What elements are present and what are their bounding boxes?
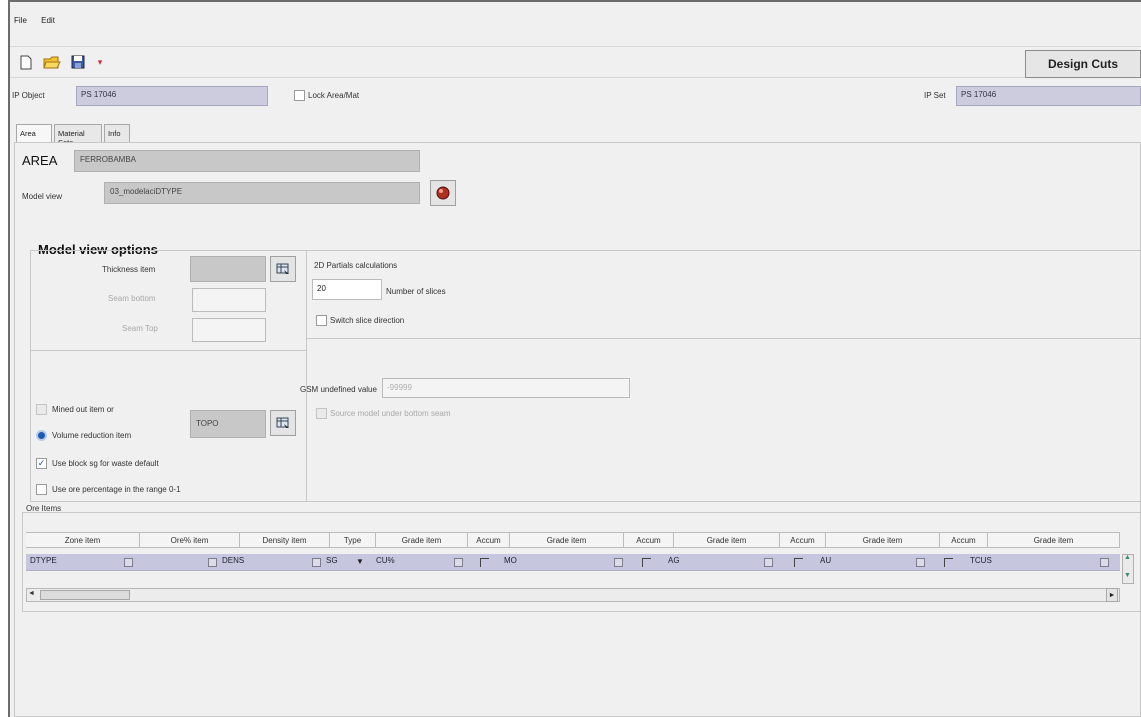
ip-object-label: IP Object (12, 91, 45, 100)
save-icon[interactable] (68, 52, 88, 72)
accum-3-checkbox[interactable] (794, 558, 803, 567)
model-view-field[interactable]: 03_modelaciDTYPE (104, 182, 420, 204)
grade-4-pick-icon[interactable] (916, 558, 925, 567)
use-ore-percentage-label: Use ore percentage in the range 0-1 (52, 485, 181, 494)
new-file-icon[interactable] (16, 52, 36, 72)
cell-density-item[interactable]: DENS (218, 556, 244, 570)
model-view-button[interactable] (430, 180, 456, 206)
cell-type[interactable]: SG (322, 556, 338, 570)
column-header-zone[interactable]: Zone item (26, 532, 140, 548)
grid-pick-icon (276, 263, 289, 274)
volume-reduction-label: Volume reduction item (52, 431, 132, 440)
cell-zone-item[interactable]: DTYPE (26, 556, 57, 570)
column-header-grade-2[interactable]: Grade item (510, 532, 624, 548)
thickness-label: Thickness item (102, 265, 156, 274)
options-left-hline (30, 350, 306, 351)
column-header-accum-4[interactable]: Accum (940, 532, 988, 548)
model-view-label: Model view (22, 192, 63, 201)
column-header-type[interactable]: Type (330, 532, 376, 548)
gsm-field[interactable]: -99999 (382, 378, 630, 398)
design-cuts-button[interactable]: Design Cuts (1025, 50, 1141, 78)
ip-set-label: IP Set (924, 91, 946, 100)
toolbar (10, 46, 1141, 78)
switch-direction-checkbox[interactable] (316, 315, 327, 326)
tab-area[interactable]: Area (16, 124, 52, 142)
horizontal-scroll-thumb[interactable] (40, 590, 130, 600)
thickness-pick-button[interactable] (270, 256, 296, 282)
density-pick-icon[interactable] (312, 558, 321, 567)
lock-area-checkbox[interactable] (294, 90, 305, 101)
use-block-sg-label: Use block sg for waste default (52, 459, 159, 468)
scroll-down-icon[interactable]: ▼ (1124, 572, 1131, 579)
tab-material-sets[interactable]: Material Sets (54, 124, 102, 147)
area-field[interactable]: FERROBAMBA (74, 150, 420, 172)
grade-5-pick-icon[interactable] (1100, 558, 1109, 567)
scroll-left-icon[interactable]: ◄ (28, 590, 35, 597)
application-window: File Edit ▾ Design Cuts IP Object PS 170… (8, 0, 1141, 717)
menu-file[interactable]: File (14, 16, 27, 25)
scroll-up-icon[interactable]: ▲ (1124, 554, 1131, 561)
cell-grade-4[interactable]: AU (816, 556, 831, 570)
column-header-grade-1[interactable]: Grade item (376, 532, 468, 548)
column-header-grade-3[interactable]: Grade item (674, 532, 780, 548)
open-folder-icon[interactable] (42, 52, 62, 72)
column-header-grade-5[interactable]: Grade item (988, 532, 1120, 548)
thickness-field[interactable] (190, 256, 266, 282)
menu-edit[interactable]: Edit (41, 16, 55, 25)
gsm-check-label: Source model under bottom seam (330, 409, 451, 418)
ore-pct-pick-icon[interactable] (208, 558, 217, 567)
cell-grade-5[interactable]: TCUS (966, 556, 992, 570)
calc-title: 2D Partials calculations (314, 261, 398, 270)
column-header-grade-4[interactable]: Grade item (826, 532, 940, 548)
column-header-accum-2[interactable]: Accum (624, 532, 674, 548)
horizontal-scrollbar[interactable] (26, 588, 1120, 602)
grade-2-pick-icon[interactable] (614, 558, 623, 567)
type-dropdown-icon[interactable]: ▼ (356, 557, 364, 566)
volume-pick-button[interactable] (270, 410, 296, 436)
cell-grade-1[interactable]: CU% (372, 556, 395, 570)
accum-1-checkbox[interactable] (480, 558, 489, 567)
slices-input[interactable]: 20 (312, 279, 382, 300)
seam-top-field[interactable] (192, 318, 266, 342)
grade-1-pick-icon[interactable] (454, 558, 463, 567)
tab-info[interactable]: Info (104, 124, 130, 142)
options-right-hline (306, 338, 1141, 339)
seam-bottom-label: Seam bottom (108, 294, 156, 303)
seam-bottom-field[interactable] (192, 288, 266, 312)
accum-4-checkbox[interactable] (944, 558, 953, 567)
ip-object-field[interactable]: PS 17046 (76, 86, 268, 106)
volume-reduction-field[interactable]: TOPO (190, 410, 266, 438)
grid-pick-icon (276, 417, 289, 428)
slices-label: Number of slices (386, 287, 446, 296)
use-block-sg-checkbox[interactable]: ✓ (36, 458, 47, 469)
column-header-accum-1[interactable]: Accum (468, 532, 510, 548)
accum-2-checkbox[interactable] (642, 558, 651, 567)
scroll-right-icon[interactable]: ► (1106, 588, 1118, 602)
lock-area-label: Lock Area/Mat (308, 91, 360, 100)
mined-out-checkbox[interactable] (36, 404, 47, 415)
switch-direction-label: Switch slice direction (330, 316, 405, 325)
cell-grade-2[interactable]: MO (500, 556, 517, 570)
column-header-accum-3[interactable]: Accum (780, 532, 826, 548)
mined-out-label: Mined out item or (52, 405, 114, 414)
column-header-ore-pct[interactable]: Ore% item (140, 532, 240, 548)
gsm-label: GSM undefined value (300, 385, 377, 394)
dropdown-arrow-icon[interactable]: ▾ (90, 52, 110, 72)
options-left-divider (306, 250, 307, 502)
menu-bar: File Edit (14, 16, 67, 25)
cell-grade-3[interactable]: AG (664, 556, 680, 570)
gsm-checkbox[interactable] (316, 408, 327, 419)
grade-3-pick-icon[interactable] (764, 558, 773, 567)
cube-icon (436, 186, 450, 200)
ip-set-field[interactable]: PS 17046 (956, 86, 1141, 106)
area-label: AREA (22, 153, 58, 168)
volume-reduction-radio[interactable] (36, 430, 47, 441)
seam-top-label: Seam Top (122, 324, 158, 333)
column-header-density[interactable]: Density item (240, 532, 330, 548)
zone-pick-icon[interactable] (124, 558, 133, 567)
use-ore-percentage-checkbox[interactable] (36, 484, 47, 495)
table-row[interactable] (26, 554, 1120, 571)
